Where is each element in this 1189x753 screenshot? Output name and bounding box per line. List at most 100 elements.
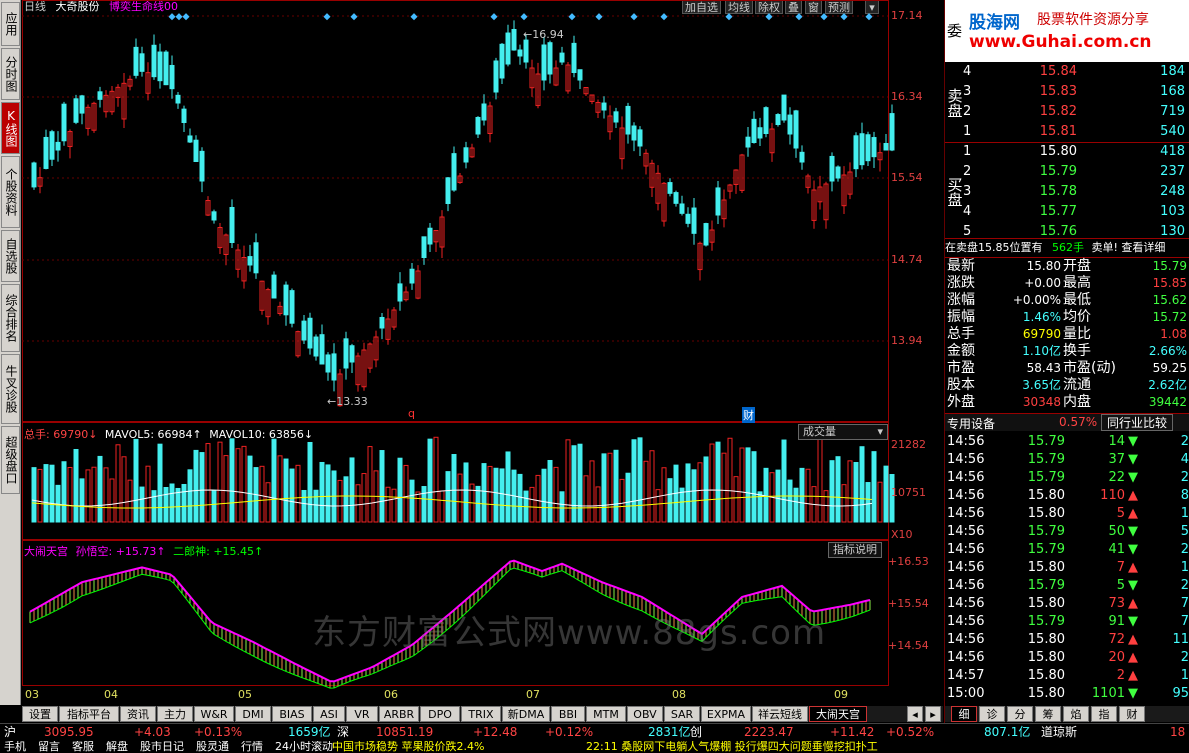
menu-item[interactable]: 股市日记: [140, 741, 184, 753]
candle-body: [451, 153, 457, 191]
buy-volume: 248: [1160, 184, 1185, 199]
price-tick: 15.54: [891, 171, 923, 184]
tab-9[interactable]: ARBR: [379, 706, 419, 722]
chevron-right-icon[interactable]: ▸: [925, 706, 941, 722]
volume-bar: [31, 467, 37, 523]
news-ticker-1[interactable]: 中国市场稳势 苹果股价跌2.4%: [332, 741, 484, 753]
tick-row: 14:56 15.79 41 ▼ 2: [945, 541, 1189, 559]
quote-label: 股本: [947, 377, 975, 393]
volume-bar: [367, 446, 373, 523]
chevron-left-icon[interactable]: ◂: [907, 706, 923, 722]
order-notice[interactable]: 在卖盘15.85位置有 562手 卖单! 查看详细: [945, 238, 1189, 256]
buy-volume: 237: [1160, 164, 1185, 179]
menu-item[interactable]: 留言: [38, 741, 60, 753]
tab-ranking[interactable]: 综合排名: [1, 284, 20, 352]
sell-row[interactable]: 3 15.83 168: [945, 83, 1189, 101]
tab-14[interactable]: MTM: [586, 706, 626, 722]
menu-item[interactable]: 客服: [72, 741, 94, 753]
quote-row: 涨跌 +0.00 最高 15.85: [945, 275, 1189, 292]
level-number: 1: [963, 144, 972, 159]
tab-stock-info[interactable]: 个股资料: [1, 156, 20, 228]
level-number: 3: [963, 84, 972, 99]
indicator-help-button[interactable]: 指标说明: [828, 542, 882, 558]
tick-time: 14:56: [947, 434, 985, 449]
tab-3[interactable]: 主力: [157, 706, 193, 722]
sell-row[interactable]: 4 15.84 184: [945, 63, 1189, 81]
volume-bar: [595, 486, 601, 523]
sell-row[interactable]: 1 15.81 540: [945, 123, 1189, 141]
volume-bar: [877, 481, 883, 523]
detail-tab-2[interactable]: 分: [1007, 706, 1033, 722]
tab-16[interactable]: SAR: [664, 706, 700, 722]
tab-0[interactable]: 设置: [22, 706, 58, 722]
tab-12[interactable]: 新DMA: [502, 706, 550, 722]
detail-tab-6[interactable]: 财: [1119, 706, 1145, 722]
menu-item[interactable]: 24小时滚动: [275, 741, 333, 753]
buy-row[interactable]: 2 15.79 237: [945, 163, 1189, 181]
candle-body: [73, 98, 79, 123]
finance-marker[interactable]: 财: [742, 407, 755, 423]
tab-7[interactable]: ASI: [313, 706, 345, 722]
candle-body: [427, 227, 433, 245]
tick-volume: 110: [1100, 488, 1125, 503]
volume-bar: [499, 468, 505, 523]
sz-index: 10851.19: [376, 725, 434, 739]
volume-dropdown[interactable]: 成交量 ▾: [798, 424, 888, 440]
detail-tab-5[interactable]: 指: [1091, 706, 1117, 722]
detail-tab-0[interactable]: 细: [951, 706, 977, 722]
menu-item[interactable]: 解盘: [106, 741, 128, 753]
tab-19[interactable]: 大闹天宫: [809, 706, 867, 722]
tick-list[interactable]: 14:56 15.79 14 ▼ 2 14:56 15.79 37 ▼ 4 14:56 15.79 22…: [945, 433, 1189, 705]
tab-super-order[interactable]: 超级盘口: [1, 426, 20, 494]
buy-row[interactable]: 1 15.80 418: [945, 143, 1189, 161]
tab-11[interactable]: TRIX: [461, 706, 501, 722]
menu-item[interactable]: 行情: [241, 741, 263, 753]
tab-4[interactable]: W&R: [194, 706, 234, 722]
news-ticker-2[interactable]: 22:11 桑股网下电躺人气爆棚 投行爆四大问题垂慢挖扣扑工: [586, 741, 878, 753]
tab-intraday[interactable]: 分时图: [1, 48, 20, 100]
candle-body: [631, 125, 637, 141]
tab-diagnosis[interactable]: 牛叉诊股: [1, 354, 20, 424]
tab-2[interactable]: 资讯: [120, 706, 156, 722]
month-tick: 05: [238, 688, 252, 701]
detail-tab-3[interactable]: 筹: [1035, 706, 1061, 722]
volume-bar: [307, 441, 313, 523]
menu-item[interactable]: 股灵通: [196, 741, 229, 753]
tab-17[interactable]: EXPMA: [701, 706, 751, 722]
quote-value: 69790: [1022, 327, 1061, 341]
event-marker-q[interactable]: q: [408, 407, 415, 420]
volume-bar: [433, 436, 439, 523]
tab-6[interactable]: BIAS: [272, 706, 312, 722]
detail-tab-4[interactable]: 焰: [1063, 706, 1089, 722]
candle-body: [667, 182, 673, 194]
tab-10[interactable]: DPO: [420, 706, 460, 722]
tab-1[interactable]: 指标平台: [59, 706, 119, 722]
volume-bar: [577, 443, 583, 523]
tab-13[interactable]: BBI: [551, 706, 585, 722]
volume-bar: [313, 489, 319, 523]
sell-row[interactable]: 2 15.82 719: [945, 103, 1189, 121]
tab-5[interactable]: DMI: [235, 706, 271, 722]
buy-row[interactable]: 4 15.77 103: [945, 203, 1189, 221]
volume-bar: [223, 455, 229, 523]
tab-15[interactable]: OBV: [627, 706, 663, 722]
volume-bar: [133, 438, 139, 523]
tab-apps[interactable]: 应用: [1, 2, 20, 46]
tab-watchlist[interactable]: 自选股: [1, 230, 20, 282]
menu-item[interactable]: 手机: [4, 741, 26, 753]
quote-value: 15.79: [1152, 259, 1187, 273]
tab-label: 综合排名: [4, 294, 18, 342]
volume-bar: [493, 467, 499, 523]
buy-row[interactable]: 3 15.78 248: [945, 183, 1189, 201]
tick-count: 2: [1180, 434, 1189, 449]
tab-kline[interactable]: K线图: [1, 102, 20, 154]
industry-compare-button[interactable]: 同行业比较: [1101, 414, 1174, 431]
notice-detail-link[interactable]: 卖单! 查看详细: [1092, 241, 1166, 254]
chart-area[interactable]: 日线 大奇股份 博奕生命线00 加自选 均线 除权 叠 窗 预测 ▾ 17.14…: [22, 0, 943, 705]
tab-8[interactable]: VR: [346, 706, 378, 722]
candle-body: [43, 136, 49, 169]
candle-body: [313, 336, 319, 357]
tab-18[interactable]: 祥云短线: [752, 706, 808, 722]
detail-tab-1[interactable]: 诊: [979, 706, 1005, 722]
volume-ma5: MAVOL5: 66984↑: [104, 428, 202, 441]
